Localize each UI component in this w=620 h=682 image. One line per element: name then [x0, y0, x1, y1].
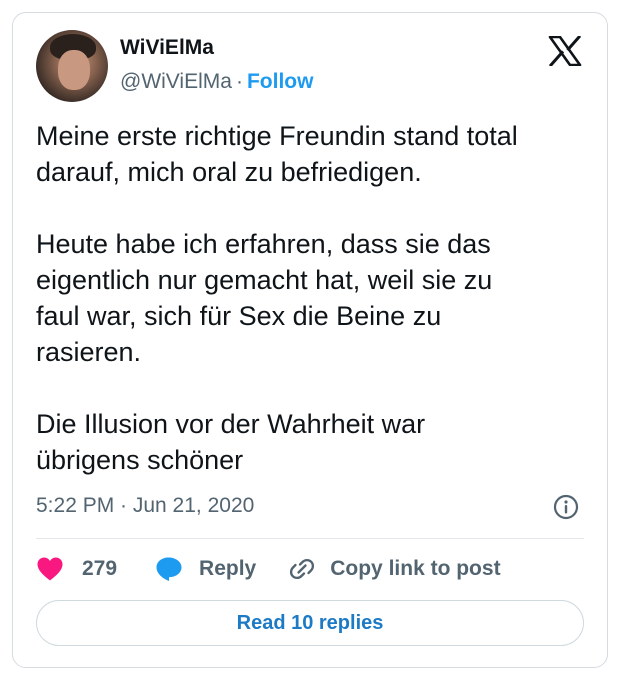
- reply-label: Reply: [199, 557, 257, 580]
- like-count: 279: [82, 557, 118, 580]
- link-icon: [290, 558, 315, 580]
- action-bar: 279 Reply Copy link to post: [36, 554, 501, 584]
- like-button[interactable]: 279: [36, 556, 117, 582]
- x-logo-icon[interactable]: [548, 36, 582, 66]
- handle-row: @WiViElMa · Follow: [120, 70, 313, 94]
- copy-link-button[interactable]: Copy link to post: [288, 555, 501, 583]
- timestamp[interactable]: 5:22 PM · Jun 21, 2020: [36, 494, 254, 518]
- info-icon[interactable]: [553, 494, 579, 520]
- tweet-text: Meine erste richtige Freundin stand tota…: [36, 121, 518, 475]
- read-replies-button[interactable]: Read 10 replies: [36, 600, 584, 646]
- heart-icon: [37, 557, 63, 581]
- display-name[interactable]: WiViElMa: [120, 36, 214, 60]
- divider: [36, 538, 584, 539]
- reply-button[interactable]: Reply: [155, 556, 256, 582]
- follow-button[interactable]: Follow: [247, 70, 314, 93]
- copy-link-label: Copy link to post: [330, 557, 501, 580]
- handle[interactable]: @WiViElMa: [120, 70, 232, 93]
- speech-bubble-icon: [156, 557, 182, 581]
- avatar[interactable]: [36, 30, 108, 102]
- separator-dot: ·: [235, 70, 243, 93]
- avatar-face: [58, 50, 90, 90]
